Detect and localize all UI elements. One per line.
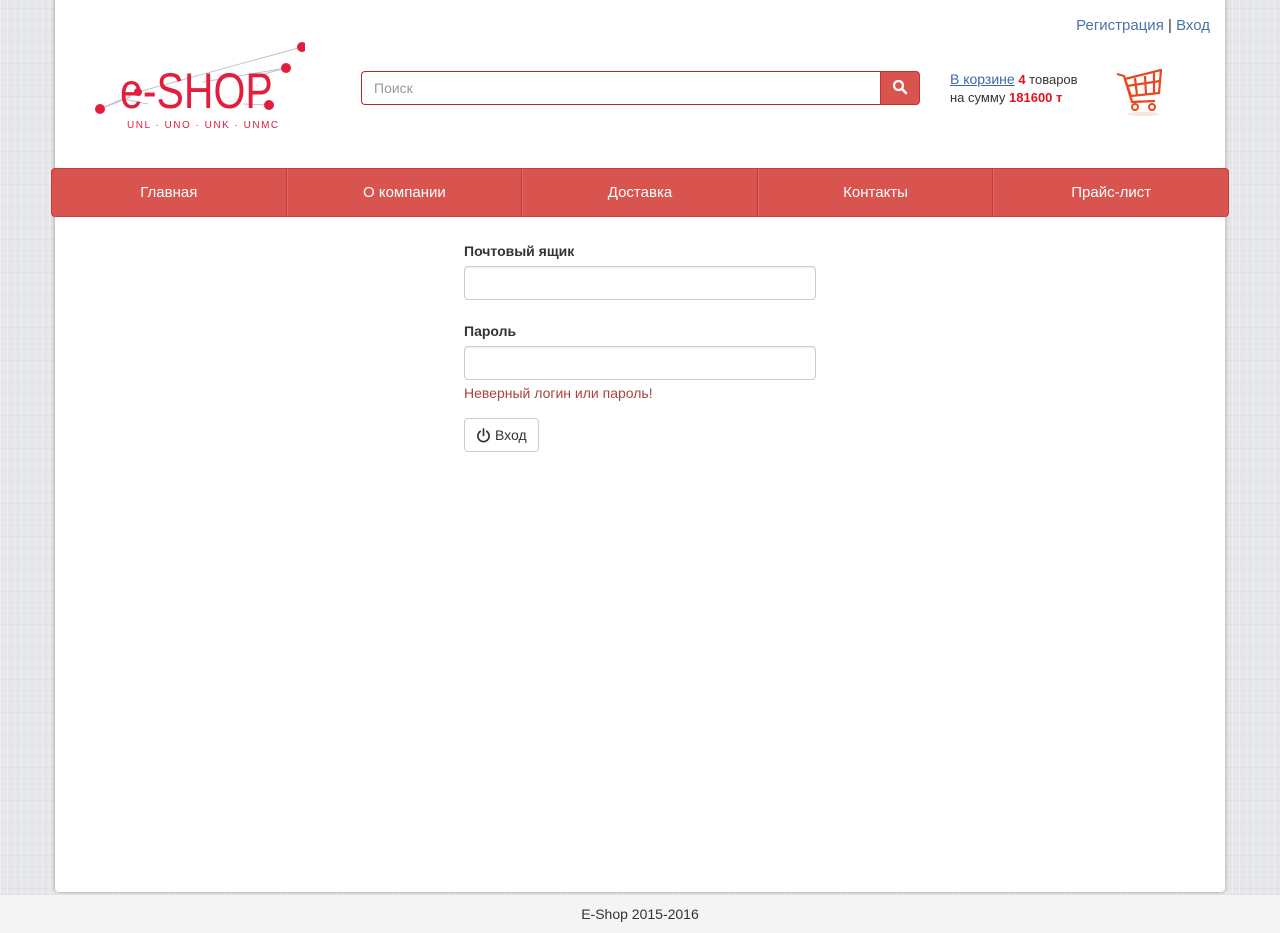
nav-item-about[interactable]: О компании — [286, 169, 523, 216]
search-icon — [892, 79, 908, 94]
nav-item-home[interactable]: Главная — [52, 169, 287, 216]
password-label: Пароль — [464, 323, 517, 339]
login-submit-button[interactable]: Вход — [464, 418, 539, 452]
auth-separator: | — [1167, 17, 1172, 34]
login-form: Почтовый ящик Пароль Неверный логин или … — [464, 240, 816, 452]
search-input[interactable] — [361, 71, 880, 105]
nav-item-price-list[interactable]: Прайс-лист — [993, 169, 1228, 216]
nav-item-delivery[interactable]: Доставка — [522, 169, 758, 216]
email-field[interactable] — [464, 266, 816, 300]
login-submit-label: Вход — [495, 427, 527, 443]
cart-count-suffix: товаров — [1029, 72, 1078, 87]
login-link[interactable]: Вход — [1176, 17, 1210, 34]
eshop-logo-graphic: e-SHOP UNL · UNO · UNK · UNMC — [95, 42, 307, 131]
cart-link[interactable]: В корзине — [950, 71, 1015, 87]
shopping-cart-icon[interactable] — [1115, 66, 1165, 118]
cart-summary: В корзине 4 товаров на сумму 181600 т — [950, 70, 1078, 107]
search-bar — [361, 71, 920, 105]
logo-tagline: UNL · UNO · UNK · UNMC — [127, 120, 280, 131]
cart-sum-prefix: на сумму — [950, 90, 1006, 105]
logo-wordmark: e-SHOP — [120, 63, 273, 119]
search-button[interactable] — [880, 71, 920, 105]
nav-item-contacts[interactable]: Контакты — [757, 169, 994, 216]
cart-sum-value: 181600 т — [1009, 90, 1063, 105]
site-logo[interactable]: e-SHOP UNL · UNO · UNK · UNMC — [93, 42, 307, 137]
email-label: Почтовый ящик — [464, 243, 575, 259]
cart-count: 4 — [1018, 72, 1026, 87]
footer-copyright: E-Shop 2015-2016 — [581, 906, 699, 922]
main-navigation: Главная О компании Доставка Контакты Пра… — [51, 168, 1229, 217]
auth-links: Регистрация | Вход — [1076, 17, 1210, 34]
power-icon — [477, 427, 490, 442]
register-link[interactable]: Регистрация — [1076, 17, 1164, 34]
footer: E-Shop 2015-2016 — [0, 894, 1280, 933]
login-error-message: Неверный логин или пароль! — [464, 385, 653, 401]
password-field[interactable] — [464, 346, 816, 380]
